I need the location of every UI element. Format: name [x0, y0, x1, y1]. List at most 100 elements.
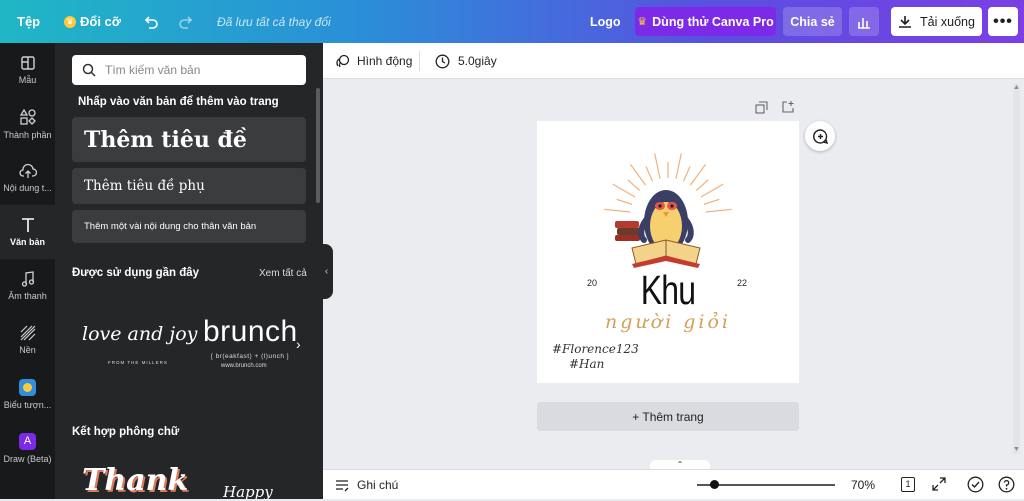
penguin-illustration [615, 190, 701, 268]
music-icon [21, 271, 34, 287]
elements-icon [19, 108, 36, 125]
try-pro-label: Dùng thử Canva Pro [652, 14, 774, 29]
rail-item-label: Biểu tượn... [3, 399, 52, 410]
rail-item-audio[interactable]: Âm thanh [0, 259, 55, 313]
add-comment-button[interactable] [805, 121, 835, 151]
zoom-level[interactable]: 70% [851, 470, 875, 499]
notes-button[interactable]: Ghi chú [335, 470, 398, 499]
recent-item-subtext: FROM THE MILLERS [108, 360, 168, 365]
rail-item-elements[interactable]: Thành phần [0, 97, 55, 151]
panel-scrollbar[interactable] [316, 88, 320, 203]
add-page-icon-button[interactable] [781, 100, 795, 119]
add-body-text-button[interactable]: Thêm một vài nội dung cho thân văn bản [72, 210, 306, 243]
file-menu[interactable]: Tệp [17, 0, 40, 43]
comment-add-icon [812, 128, 828, 144]
insights-button[interactable] [849, 7, 879, 36]
clock-icon [435, 54, 450, 68]
download-button[interactable]: Tải xuống [891, 7, 982, 36]
chevron-up-icon: ⌃ [676, 460, 684, 469]
check-button[interactable] [967, 476, 984, 498]
sunburst-ray [654, 153, 661, 179]
file-menu-label: Tệp [17, 14, 41, 29]
rail-item-draw[interactable]: A Draw (Beta) [0, 421, 55, 475]
rail-item-uploads[interactable]: Nội dung t... [0, 151, 55, 205]
crown-icon: ♛ [64, 15, 76, 28]
try-pro-button[interactable]: ♛ Dùng thử Canva Pro [635, 7, 776, 36]
duration-button[interactable]: 5.0giây [435, 43, 497, 79]
sunburst-ray [629, 163, 647, 186]
emoji-icon [19, 378, 36, 396]
rail-item-label: Văn bản [9, 237, 45, 247]
rail-item-label: Thành phần [3, 130, 52, 140]
canvas-scrollbar[interactable] [1013, 84, 1020, 454]
add-subheading-button[interactable]: Thêm tiêu đề phụ [72, 168, 306, 204]
add-heading-button[interactable]: Thêm tiêu đề [72, 117, 306, 162]
bar-chart-icon [858, 17, 870, 29]
rail-item-templates[interactable]: Mẫu [0, 43, 55, 97]
text-panel: Tìm kiếm văn bản Nhấp vào văn bản để thê… [55, 43, 323, 501]
sunburst-ray [689, 163, 707, 186]
design-page[interactable]: 20 22 Khu người giỏi #Florence123 #Han [537, 121, 799, 383]
rail-item-text[interactable]: Văn bản [0, 205, 55, 259]
animate-icon [336, 54, 350, 67]
search-icon [82, 63, 96, 77]
animate-label: Hình động [357, 54, 413, 68]
share-button[interactable]: Chia sẻ [783, 7, 842, 36]
download-label: Tải xuống [920, 14, 975, 29]
sunburst-ray [675, 153, 682, 179]
page-number: 1 [905, 479, 911, 489]
editor-toolbar: Hình động 5.0giây [323, 43, 1024, 79]
logo-label[interactable]: Logo [590, 0, 621, 43]
design-signature-1: #Florence123 [552, 342, 639, 356]
scroll-down-arrow-icon[interactable]: ▼ [1013, 446, 1020, 453]
search-box[interactable]: Tìm kiếm văn bản [72, 55, 306, 85]
redo-button[interactable] [178, 0, 194, 43]
zoom-slider-thumb[interactable] [709, 480, 719, 489]
draw-icon: A [19, 432, 36, 450]
rail-item-label: Nội dung t... [3, 183, 52, 193]
share-label: Chia sẻ [790, 14, 835, 29]
duration-label: 5.0giây [458, 54, 497, 68]
duplicate-icon [755, 101, 768, 114]
resize-button[interactable]: ♛ Đổi cỡ [64, 0, 121, 43]
sunburst-ray [645, 166, 654, 182]
more-button[interactable]: ••• [988, 7, 1018, 36]
fullscreen-button[interactable] [932, 477, 946, 496]
help-button[interactable] [998, 476, 1015, 498]
background-icon [20, 325, 35, 341]
side-rail: Mẫu Thành phần Nội dung t... Văn bản Âm … [0, 43, 55, 499]
recent-item-text: brunch [203, 315, 298, 348]
recent-item-subtext: [ br(eakfast) + (l)unch ] [211, 353, 290, 360]
rail-item-background[interactable]: Nền [0, 313, 55, 367]
check-circle-icon [967, 476, 984, 493]
save-status: Đã lưu tất cả thay đổi [217, 14, 331, 29]
recent-item-text: love and joy [82, 323, 198, 345]
see-all-link[interactable]: Xem tất cả [259, 268, 307, 279]
expand-icon [932, 477, 946, 491]
recent-item-love-joy[interactable]: love and joy FROM THE MILLERS [72, 293, 197, 393]
download-icon [899, 15, 912, 28]
text-icon [21, 218, 34, 232]
undo-button[interactable] [143, 0, 159, 43]
crown-icon: ♛ [637, 16, 648, 28]
font-combos-title: Kết hợp phông chữ [72, 426, 180, 438]
scroll-right-chevron-icon[interactable]: › [296, 336, 301, 352]
rail-item-label: Mẫu [18, 75, 37, 85]
help-icon [998, 476, 1015, 493]
upload-icon [18, 163, 37, 178]
combo-item-happy[interactable]: Happy [223, 483, 273, 501]
duplicate-page-button[interactable] [755, 101, 768, 119]
bottom-bar: Ghi chú 70% 1 [323, 469, 1024, 499]
notes-icon [336, 479, 349, 491]
search-input[interactable]: Tìm kiếm văn bản [105, 63, 200, 77]
page-count-button[interactable]: 1 [901, 477, 915, 492]
animate-button[interactable]: Hình động [335, 43, 412, 79]
scroll-up-arrow-icon[interactable]: ▲ [1013, 84, 1020, 91]
toolbar-divider [419, 51, 420, 71]
collapse-panel-button[interactable]: ‹ [320, 244, 333, 299]
notes-label: Ghi chú [357, 477, 399, 492]
add-page-button[interactable]: + Thêm trang [537, 402, 799, 431]
template-icon [20, 56, 35, 70]
combo-item-thank[interactable]: Thank [82, 463, 188, 498]
rail-item-emoji[interactable]: Biểu tượn... [0, 367, 55, 421]
